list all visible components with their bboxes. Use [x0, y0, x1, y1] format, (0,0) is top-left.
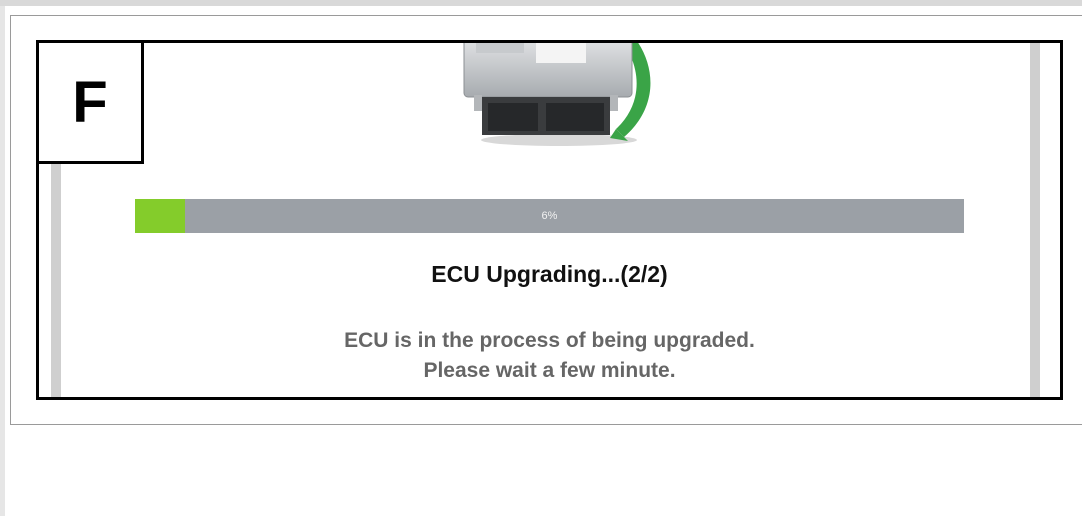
screenshot-panel: 6% ECU Upgrading...(2/2) ECU is in the p… — [36, 40, 1063, 400]
page-top-border — [0, 0, 1082, 6]
progress-bar: 6% — [135, 199, 964, 233]
upgrade-status-title: ECU Upgrading...(2/2) — [431, 261, 668, 287]
progress-percent-label: 6% — [541, 210, 558, 222]
message-line-1: ECU is in the process of being upgraded. — [344, 329, 755, 352]
upgrade-status-message: ECU is in the process of being upgraded.… — [39, 326, 1060, 386]
page-left-border — [0, 6, 5, 516]
step-label-box: F — [36, 40, 144, 164]
message-line-2: Please wait a few minute. — [423, 359, 676, 382]
ecu-module-icon — [463, 43, 651, 146]
step-label: F — [72, 69, 108, 135]
